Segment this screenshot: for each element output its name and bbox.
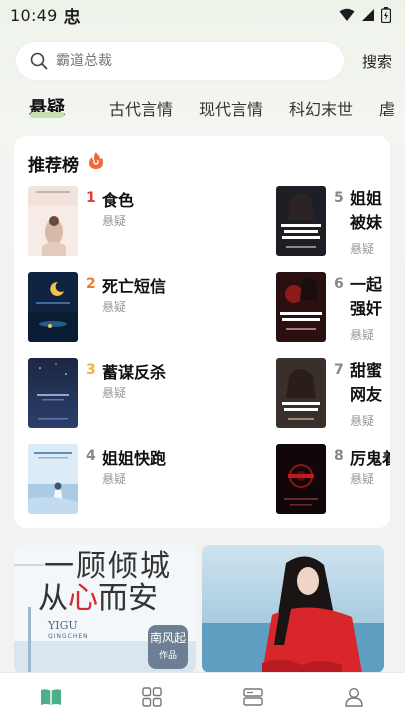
banner-artwork bbox=[202, 545, 384, 673]
book-item-2[interactable]: 2 死亡短信 悬疑 bbox=[28, 272, 228, 342]
book-cover bbox=[276, 272, 326, 342]
book-genre: 悬疑 bbox=[102, 300, 127, 314]
book-item-1[interactable]: 1 食色 悬疑 bbox=[28, 186, 228, 256]
status-indicators bbox=[339, 7, 391, 23]
banner-pinyin-2: QINGCHEN bbox=[48, 633, 89, 640]
search-row: 搜索 bbox=[16, 42, 392, 80]
person-icon bbox=[345, 687, 364, 707]
book-genre: 悬疑 bbox=[102, 386, 127, 400]
banner-author: 南风起 bbox=[149, 631, 186, 645]
signal-icon bbox=[362, 9, 374, 21]
book-genre: 悬疑 bbox=[102, 214, 127, 228]
wifi-icon bbox=[339, 8, 355, 21]
nav-category[interactable] bbox=[101, 673, 202, 720]
book-genre: 悬疑 bbox=[350, 472, 375, 486]
app-notification-icon: 忠 bbox=[63, 7, 81, 28]
book-cover bbox=[276, 358, 326, 428]
battery-icon bbox=[381, 7, 391, 23]
book-cover bbox=[276, 444, 326, 514]
book-cover bbox=[276, 186, 326, 256]
ranking-title: 推荐榜 bbox=[28, 156, 79, 176]
book-item-7[interactable]: 7 甜蜜网友为死亡 悬疑 bbox=[276, 358, 390, 428]
book-title: 甜蜜网友为死亡 bbox=[350, 361, 383, 404]
tab-xiandai-yanqing[interactable]: 现代言情 bbox=[199, 96, 263, 120]
book-genre: 悬疑 bbox=[350, 414, 375, 428]
rank-number: 7 bbox=[334, 362, 344, 378]
banner-book-red-dress[interactable] bbox=[202, 545, 384, 673]
rank-number: 1 bbox=[86, 190, 96, 206]
status-time: 10:49 bbox=[10, 5, 58, 25]
banner-book-yigu-qingcheng[interactable]: 一顾倾城 从心而安 YIGU QINGCHEN 南风起 作品 bbox=[14, 545, 196, 673]
search-button[interactable]: 搜索 bbox=[362, 51, 392, 72]
ranking-card: 推荐榜 1 食色 悬疑 2 死亡短信 悬疑 3 蓄谋反杀 悬疑 4 姐姐快跑 悬… bbox=[14, 136, 390, 528]
status-bar: 10:49 忠 bbox=[0, 0, 405, 30]
book-cover bbox=[28, 186, 78, 256]
book-item-3[interactable]: 3 蓄谋反杀 悬疑 bbox=[28, 358, 228, 428]
nav-bookshelf[interactable] bbox=[0, 673, 101, 720]
book-title: 一起强奸案，隐 bbox=[350, 275, 383, 318]
book-item-8[interactable]: 8 厉鬼着 悬疑 bbox=[276, 444, 390, 514]
book-title: 死亡短信 bbox=[102, 277, 167, 296]
rank-number: 8 bbox=[334, 448, 344, 464]
banner-title-part-c: 而安 bbox=[98, 581, 158, 616]
rank-number: 4 bbox=[86, 448, 96, 464]
banner-title-part-b: 心 bbox=[68, 581, 98, 616]
banner-title-part-a: 从 bbox=[38, 581, 68, 616]
tab-kehuan-moshi[interactable]: 科幻末世 bbox=[289, 96, 353, 120]
stack-icon bbox=[243, 687, 263, 706]
book-item-4[interactable]: 4 姐姐快跑 悬疑 bbox=[28, 444, 228, 514]
rank-number: 5 bbox=[334, 190, 344, 206]
grid-icon bbox=[142, 686, 162, 707]
open-book-icon bbox=[40, 688, 61, 705]
tab-gudai-yanqing[interactable]: 古代言情 bbox=[109, 96, 173, 120]
book-cover bbox=[28, 444, 78, 514]
book-title: 姐姐快跑 bbox=[102, 449, 167, 468]
hot-badge-icon bbox=[89, 152, 103, 169]
nav-library[interactable] bbox=[203, 673, 304, 720]
book-item-6[interactable]: 6 一起强奸案，隐 悬疑 bbox=[276, 272, 390, 342]
rank-number: 3 bbox=[86, 362, 96, 378]
book-item-5[interactable]: 5 姐姐被妹妹冒充 悬疑 bbox=[276, 186, 390, 256]
rank-number: 2 bbox=[86, 276, 96, 292]
banner-author-badge: 南风起 作品 bbox=[148, 625, 188, 669]
rank-number: 6 bbox=[334, 276, 344, 292]
banner-author-sub: 作品 bbox=[158, 651, 177, 661]
search-icon bbox=[30, 52, 48, 70]
search-input[interactable] bbox=[56, 53, 306, 69]
book-cover bbox=[28, 358, 78, 428]
book-genre: 悬疑 bbox=[350, 328, 375, 342]
search-box[interactable] bbox=[16, 42, 344, 80]
tab-nue[interactable]: 虐 bbox=[379, 96, 395, 120]
nav-profile[interactable] bbox=[304, 673, 405, 720]
banner-pinyin-1: YIGU bbox=[48, 619, 78, 632]
book-title: 食色 bbox=[102, 191, 135, 210]
book-cover bbox=[28, 272, 78, 342]
book-title: 蓄谋反杀 bbox=[102, 363, 167, 382]
book-genre: 悬疑 bbox=[102, 472, 127, 486]
book-genre: 悬疑 bbox=[350, 242, 375, 256]
book-title: 厉鬼着 bbox=[350, 449, 390, 468]
bottom-nav bbox=[0, 672, 405, 720]
active-tab-indicator bbox=[30, 112, 64, 118]
category-tabs: 悬疑 古代言情 现代言情 科幻末世 虐 bbox=[0, 92, 405, 126]
book-title: 姐姐被妹妹冒充 bbox=[350, 189, 383, 232]
banner-title-line2: 从心而安 bbox=[38, 573, 158, 617]
